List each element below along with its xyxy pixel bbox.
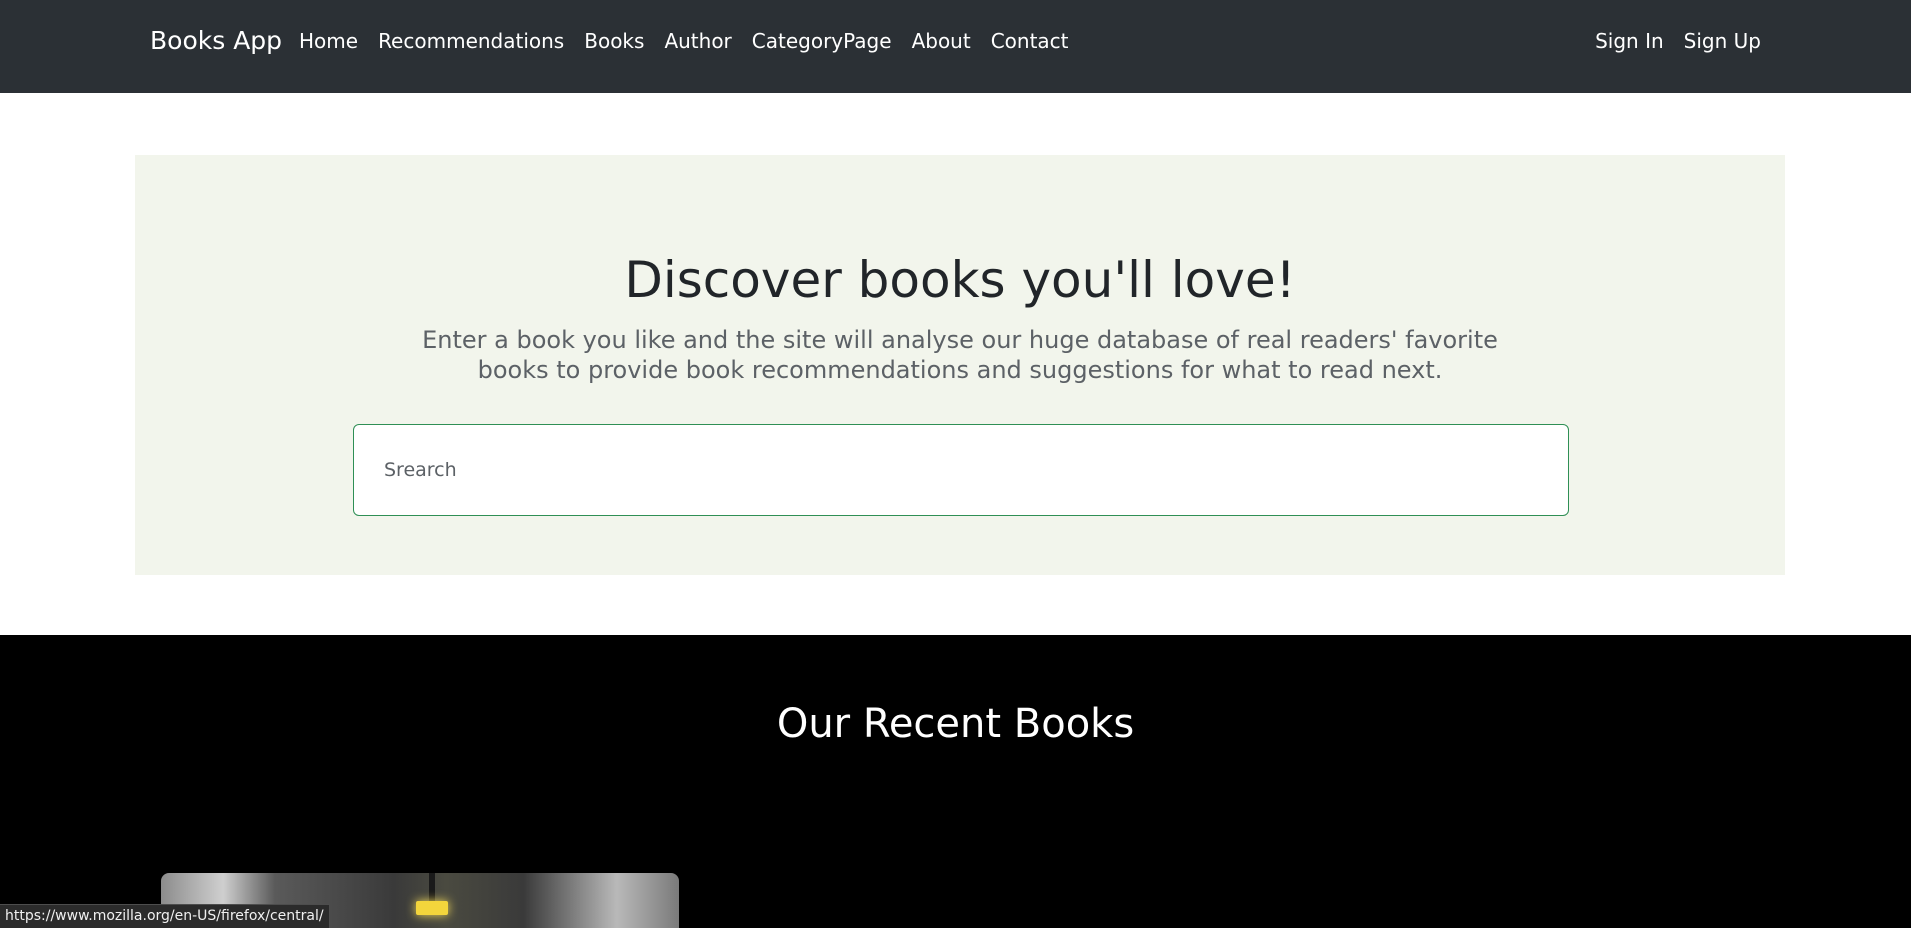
nav-link-author[interactable]: Author xyxy=(654,28,741,54)
book-image-lamp-pole xyxy=(429,873,435,901)
hero-lead: Enter a book you like and the site will … xyxy=(422,326,1498,384)
recent-books-section: Our Recent Books xyxy=(0,635,1911,928)
recent-books-title: Our Recent Books xyxy=(776,701,1135,747)
hero-section: Discover books you'll love! Enter a book… xyxy=(135,155,1785,575)
top-navbar: Books App Home Recommendations Books Aut… xyxy=(0,0,1911,93)
sign-in-link[interactable]: Sign In xyxy=(1575,28,1664,54)
sign-up-link[interactable]: Sign Up xyxy=(1664,28,1761,54)
hero-title: Discover books you'll love! xyxy=(624,251,1296,309)
auth-links: Sign In Sign Up xyxy=(1575,28,1761,54)
book-image-lamp xyxy=(416,901,448,915)
nav-link-contact[interactable]: Contact xyxy=(981,28,1079,54)
nav-link-books[interactable]: Books xyxy=(574,28,654,54)
nav-link-recommendations[interactable]: Recommendations xyxy=(368,28,574,54)
search-input[interactable] xyxy=(353,424,1569,516)
browser-status-url: https://www.mozilla.org/en-US/firefox/ce… xyxy=(0,904,330,928)
nav-link-category-page[interactable]: CategoryPage xyxy=(742,28,902,54)
nav-link-about[interactable]: About xyxy=(902,28,981,54)
nav-link-home[interactable]: Home xyxy=(299,28,368,54)
nav-links: Home Recommendations Books Author Catego… xyxy=(299,28,1079,54)
brand-link[interactable]: Books App xyxy=(150,24,282,58)
